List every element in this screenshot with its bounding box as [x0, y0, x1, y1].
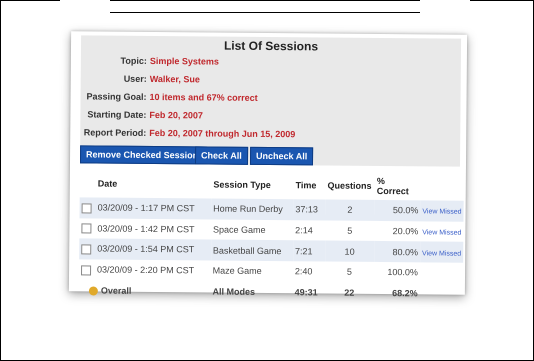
overall-type-cell: All Modes — [212, 286, 256, 297]
overall-time-cell: 49:31 — [294, 286, 318, 298]
session-type-cell: Space Game — [212, 224, 266, 235]
info-value: 10 items and 67% correct — [149, 91, 258, 103]
check-all-button[interactable]: Check All — [194, 146, 248, 165]
info-value: Simple Systems — [149, 55, 219, 67]
info-value: Feb 20, 2007 — [149, 109, 204, 121]
view-missed-link[interactable]: View Missed — [422, 250, 461, 257]
column-header-date: Date — [97, 178, 118, 189]
time-cell: 2:40 — [294, 266, 313, 277]
row-checkbox[interactable] — [81, 264, 92, 275]
report-title: List Of Sessions — [223, 38, 319, 54]
time-cell: 2:14 — [295, 225, 313, 236]
info-label: Report Period: — [83, 127, 147, 138]
date-cell: 03/20/09 - 1:54 PM CST — [79, 238, 211, 261]
date-text: 03/20/09 - 1:17 PM CST — [97, 202, 195, 214]
date-text: 03/20/09 - 2:20 PM CST — [97, 264, 195, 276]
table-header-row: Date Session Type Time Questions % Corre… — [80, 169, 464, 200]
sessions-table: Date Session Type Time Questions % Corre… — [79, 169, 464, 303]
correct-cell: 50.0% — [374, 199, 421, 221]
row-checkbox[interactable] — [81, 244, 92, 255]
view-missed-link[interactable]: View Missed — [422, 229, 461, 236]
correct-cell: 20.0% — [392, 226, 419, 237]
info-label: Topic: — [120, 55, 147, 66]
column-header-questions: Questions — [327, 180, 372, 191]
row-checkbox[interactable] — [81, 223, 92, 234]
info-value: Feb 20, 2007 through Jun 15, 2009 — [149, 127, 296, 140]
divider — [110, 12, 420, 13]
remove-checked-sessions-button[interactable]: Remove Checked Sessions — [79, 145, 210, 165]
overall-label: Overall — [100, 285, 132, 296]
column-header-percent-correct: % Correct — [376, 175, 409, 197]
questions-cell: 2 — [325, 199, 375, 221]
date-text: 03/20/09 - 1:42 PM CST — [97, 223, 195, 234]
questions-cell: 5 — [347, 225, 353, 236]
column-header-actions — [421, 172, 464, 200]
uncheck-all-button[interactable]: Uncheck All — [249, 146, 314, 166]
frame-notch — [420, 0, 470, 2]
overall-label-cell: Overall — [79, 280, 211, 301]
session-type-cell: Basketball Game — [210, 239, 294, 262]
info-user: User: Walker, Sue — [81, 73, 200, 85]
date-cell: 03/20/09 - 1:17 PM CST — [79, 197, 212, 220]
date-text: 03/20/09 - 1:54 PM CST — [97, 243, 195, 255]
time-cell: 37:13 — [293, 199, 326, 221]
info-topic: Topic: Simple Systems — [81, 55, 219, 67]
view-missed-link[interactable]: View Missed — [422, 209, 461, 216]
info-label: Starting Date: — [87, 109, 147, 120]
info-starting-date: Starting Date: Feb 20, 2007 — [80, 109, 203, 120]
row-checkbox[interactable] — [81, 203, 92, 214]
time-cell: 7:21 — [292, 240, 325, 262]
report-header: List Of Sessions Topic: Simple Systems Us… — [79, 35, 462, 167]
correct-cell: 80.0% — [374, 241, 421, 263]
column-header-session-type: Session Type — [213, 179, 271, 191]
info-value: Walker, Sue — [149, 73, 200, 85]
session-type-cell: Home Run Derby — [211, 198, 294, 220]
questions-cell: 10 — [324, 240, 375, 262]
frame-notch — [60, 0, 110, 2]
overall-questions-cell: 22 — [344, 287, 355, 298]
info-report-period: Report Period: Feb 20, 2007 through Jun 1… — [80, 127, 296, 140]
sessions-report-card: List Of Sessions Topic: Simple Systems Us… — [68, 31, 468, 298]
info-label: User: — [123, 73, 147, 84]
info-passing-goal: Passing Goal: 10 items and 67% correct — [81, 91, 258, 103]
overall-row: Overall All Modes 49:31 22 68.2% — [79, 280, 463, 303]
info-label: Passing Goal: — [86, 91, 147, 102]
correct-cell: 100.0% — [387, 267, 418, 278]
date-cell: 03/20/09 - 1:42 PM CST — [79, 218, 211, 240]
session-type-cell: Maze Game — [212, 265, 262, 277]
medal-icon — [88, 286, 98, 296]
questions-cell: 5 — [346, 266, 352, 277]
overall-correct-cell: 68.2% — [392, 287, 418, 298]
column-header-time: Time — [295, 180, 317, 191]
date-cell: 03/20/09 - 2:20 PM CST — [79, 259, 211, 281]
